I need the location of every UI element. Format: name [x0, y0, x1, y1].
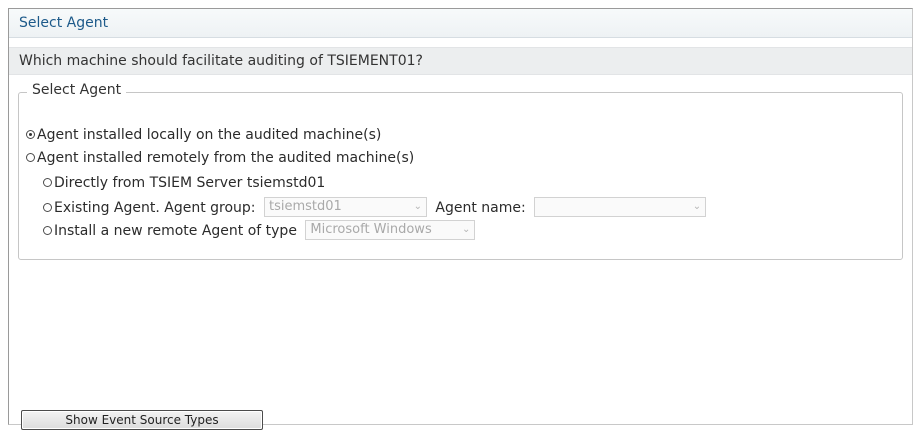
agent-name-select[interactable]: ⌄: [534, 197, 707, 217]
select-agent-fieldset: Select Agent Agent installed locally on …: [18, 82, 903, 260]
option-local-agent-label: Agent installed locally on the audited m…: [37, 127, 382, 143]
radio-local-agent[interactable]: [26, 129, 35, 139]
agent-type-value: Microsoft Windows: [310, 222, 432, 237]
show-event-source-types-button[interactable]: Show Event Source Types: [21, 410, 263, 430]
chevron-down-icon: ⌄: [413, 201, 422, 212]
chevron-down-icon: ⌄: [692, 201, 702, 212]
option-existing-agent-label: Existing Agent. Agent group:: [54, 200, 256, 216]
option-install-remote-agent[interactable]: Install a new remote Agent of type Micro…: [43, 220, 476, 241]
agent-group-select[interactable]: tsiemstd01 ⌄: [263, 197, 427, 217]
agent-group-value: tsiemstd01: [268, 199, 342, 214]
radio-direct-server[interactable]: [43, 177, 52, 187]
question-text: Which machine should facilitate auditing…: [19, 53, 423, 69]
agent-type-select[interactable]: Microsoft Windows ⌄: [305, 220, 476, 240]
dialog-frame: Select Agent Which machine should facili…: [8, 8, 913, 430]
option-existing-agent[interactable]: Existing Agent. Agent group: tsiemstd01 …: [43, 197, 707, 218]
option-local-agent[interactable]: Agent installed locally on the audited m…: [26, 127, 381, 143]
radio-install-remote-agent[interactable]: [43, 225, 52, 235]
page-title: Select Agent: [19, 15, 109, 31]
title-bar: Select Agent: [9, 9, 912, 38]
option-direct-server[interactable]: Directly from TSIEM Server tsiemstd01: [43, 175, 325, 191]
option-install-remote-agent-label: Install a new remote Agent of type: [54, 223, 297, 239]
option-remote-agent-label: Agent installed remotely from the audite…: [37, 150, 415, 166]
chevron-down-icon: ⌄: [462, 224, 471, 235]
question-bar: Which machine should facilitate auditing…: [9, 47, 912, 75]
radio-existing-agent[interactable]: [43, 202, 52, 212]
option-remote-agent[interactable]: Agent installed remotely from the audite…: [26, 150, 414, 166]
radio-remote-agent[interactable]: [26, 152, 35, 162]
option-direct-server-label: Directly from TSIEM Server tsiemstd01: [54, 175, 326, 191]
fieldset-legend: Select Agent: [27, 82, 127, 98]
agent-name-label: Agent name:: [435, 200, 526, 216]
